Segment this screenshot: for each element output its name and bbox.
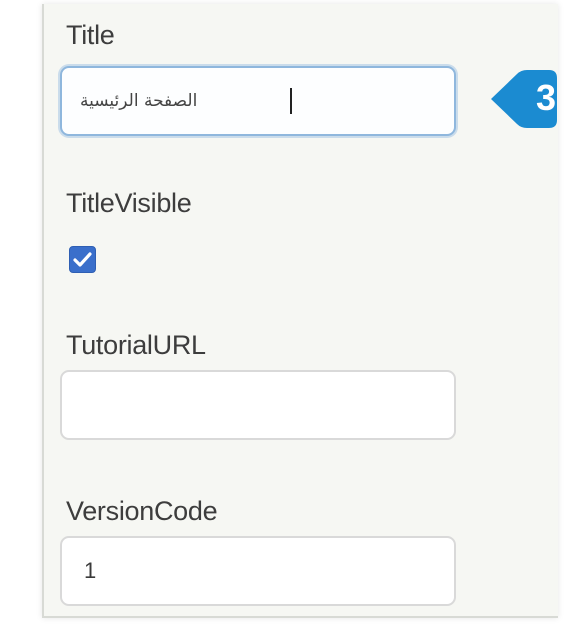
- text-caret: [290, 88, 292, 114]
- callout-number: 3: [535, 77, 557, 118]
- version-code-input[interactable]: 1: [60, 536, 456, 606]
- version-code-input-value: 1: [84, 558, 97, 583]
- title-visible-checkbox[interactable]: [69, 246, 96, 273]
- title-input-value: الصفحة الرئيسية: [80, 91, 198, 111]
- tutorial-url-label: TutorialURL: [66, 330, 206, 360]
- title-visible-label: TitleVisible: [66, 188, 192, 218]
- title-input[interactable]: الصفحة الرئيسية: [60, 66, 456, 136]
- tutorial-url-input[interactable]: [60, 370, 456, 440]
- title-label: Title: [66, 20, 115, 50]
- version-code-label: VersionCode: [66, 496, 218, 526]
- properties-screenshot: Title الصفحة الرئيسية TitleVisible Tutor…: [0, 0, 566, 624]
- checkmark-icon: [73, 252, 92, 267]
